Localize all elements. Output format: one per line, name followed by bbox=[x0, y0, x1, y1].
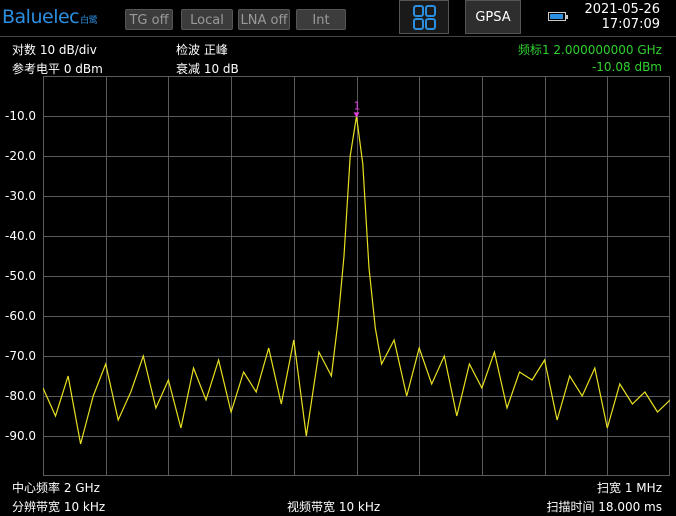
y-tick-label: -40.0 bbox=[5, 229, 37, 243]
y-tick-label: -50.0 bbox=[5, 269, 37, 283]
marker-freq-readout: 频标1 2.000000000 GHz bbox=[517, 43, 662, 57]
time-text: 17:07:09 bbox=[601, 17, 660, 32]
y-tick-label: -10.0 bbox=[5, 109, 37, 123]
y-tick-label: -30.0 bbox=[5, 189, 37, 203]
battery-icon bbox=[548, 12, 568, 21]
rbw-label: 分辨带宽 10 kHz bbox=[12, 500, 106, 514]
vbw-label: 视频带宽 10 kHz bbox=[287, 500, 381, 514]
y-tick-label: -80.0 bbox=[5, 389, 37, 403]
y-tick-label: -70.0 bbox=[5, 349, 37, 363]
y-tick-label: -90.0 bbox=[5, 429, 37, 443]
y-tick-label: -60.0 bbox=[5, 309, 37, 323]
spectrum-trace bbox=[43, 116, 670, 445]
reference-button[interactable]: Int bbox=[296, 9, 346, 30]
span-label: 扫宽 1 MHz bbox=[597, 481, 662, 495]
mode-button[interactable]: GPSA bbox=[465, 0, 521, 34]
center-freq-label: 中心频率 2 GHz bbox=[12, 481, 100, 495]
date-text: 2021-05-26 bbox=[584, 2, 660, 17]
marker-1-label: 1 bbox=[354, 99, 361, 112]
scale-label: 对数 10 dB/div bbox=[12, 43, 97, 57]
layout-button[interactable] bbox=[399, 0, 449, 34]
brand-logo: Baluelec白鹭 bbox=[2, 6, 98, 28]
local-button[interactable]: Local bbox=[181, 9, 233, 30]
attenuation-label: 衰减 10 dB bbox=[176, 62, 239, 76]
tg-button[interactable]: TG off bbox=[125, 9, 173, 30]
top-bar: Baluelec白鹭 TG off Local LNA off Int GPSA… bbox=[0, 0, 676, 36]
grid-4-icon bbox=[413, 5, 436, 30]
ref-level-label: 参考电平 0 dBm bbox=[12, 62, 103, 76]
marker-level-readout: -10.08 dBm bbox=[591, 60, 662, 74]
spectrum-plot[interactable]: 1 bbox=[43, 76, 670, 476]
sweep-time-label: 扫描时间 18.000 ms bbox=[546, 500, 662, 514]
y-tick-label: -20.0 bbox=[5, 149, 37, 163]
clock: 2021-05-26 17:07:09 bbox=[584, 2, 660, 32]
top-divider bbox=[0, 36, 676, 37]
lna-button[interactable]: LNA off bbox=[238, 9, 290, 30]
detector-label: 检波 正峰 bbox=[176, 43, 228, 57]
